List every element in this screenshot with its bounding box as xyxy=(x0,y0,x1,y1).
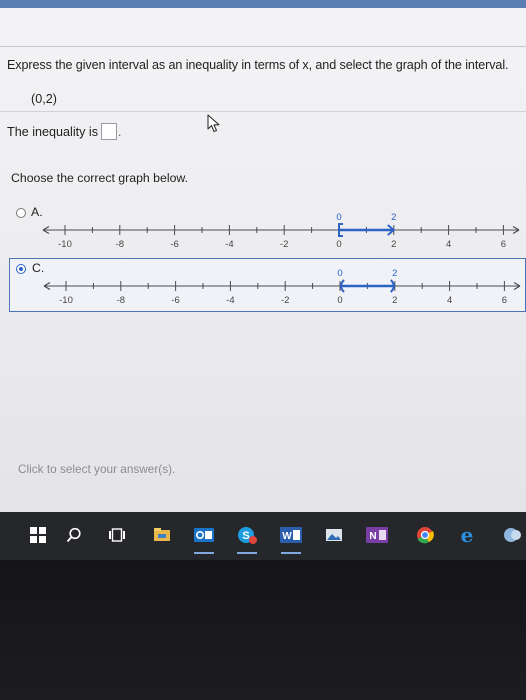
tick-label: -10 xyxy=(59,295,73,306)
tick-label: -4 xyxy=(225,239,233,250)
svg-text:e: e xyxy=(461,525,474,545)
divider xyxy=(0,111,526,112)
active-indicator xyxy=(194,552,214,554)
active-indicator xyxy=(237,552,257,554)
top-bar xyxy=(0,0,526,8)
chrome-icon[interactable] xyxy=(414,524,436,546)
edge-icon[interactable]: e xyxy=(456,524,478,546)
divider xyxy=(0,46,526,47)
tick-label: -2 xyxy=(280,239,288,250)
tick-label: 2 xyxy=(391,239,396,250)
inequality-answer-box[interactable] xyxy=(101,123,118,140)
search-icon[interactable] xyxy=(63,524,85,546)
select-answer-prompt: Click to select your answer(s). xyxy=(18,462,176,476)
file-explorer-icon[interactable] xyxy=(151,524,173,546)
tick-label: -8 xyxy=(116,239,124,250)
task-view-icon[interactable] xyxy=(106,524,128,546)
mouse-cursor-icon xyxy=(207,114,220,133)
tick-label: 2 xyxy=(392,295,397,306)
endpoint-label: 2 xyxy=(392,268,397,279)
tick-label: 4 xyxy=(446,239,451,250)
skype-icon[interactable]: S xyxy=(236,524,258,554)
svg-text:W: W xyxy=(282,531,292,542)
given-interval: (0,2) xyxy=(31,92,57,106)
active-indicator xyxy=(281,552,301,554)
endpoint-label: 2 xyxy=(391,212,396,223)
tick-label: -2 xyxy=(281,295,289,306)
browser-page: Express the given interval as an inequal… xyxy=(0,0,526,512)
tick-label: 6 xyxy=(501,239,506,250)
onenote-icon[interactable]: N xyxy=(366,524,388,546)
tick-label: 6 xyxy=(502,295,507,306)
choose-prompt: Choose the correct graph below. xyxy=(11,171,189,185)
tick-label: -6 xyxy=(170,239,178,250)
number-line-c: -10 -8 -6 -4 -2 0 2 4 6 0 2 xyxy=(43,268,521,306)
app-icon[interactable] xyxy=(502,524,524,546)
endpoint-label: 0 xyxy=(337,268,342,279)
windows-start-icon[interactable] xyxy=(27,524,49,546)
inequality-label: The inequality is xyxy=(7,124,99,139)
taskbar: S W N e xyxy=(0,512,526,560)
number-line-a: -10 -8 -6 -4 -2 0 2 4 6 0 2 xyxy=(42,212,520,250)
tick-label: -10 xyxy=(58,239,72,250)
option-a[interactable]: A. -10 -8 -6 -4 -2 0 2 4 6 0 2 xyxy=(9,203,526,253)
tick-label: -8 xyxy=(117,295,125,306)
outlook-icon[interactable] xyxy=(193,524,215,554)
tick-label: 4 xyxy=(447,295,452,306)
question-text: Express the given interval as an inequal… xyxy=(7,58,509,72)
inequality-row: The inequality is . xyxy=(7,123,121,140)
tick-label: 0 xyxy=(336,239,341,250)
svg-text:S: S xyxy=(242,530,249,542)
endpoint-label: 0 xyxy=(336,212,341,223)
photos-icon[interactable] xyxy=(323,524,345,546)
word-icon[interactable]: W xyxy=(280,524,302,554)
tick-label: 0 xyxy=(337,295,342,306)
device-bezel xyxy=(0,560,526,700)
option-c[interactable]: C. -10 -8 -6 -4 -2 0 2 4 6 0 2 xyxy=(9,258,526,312)
inequality-trailing-period: . xyxy=(118,124,122,139)
tick-label: -6 xyxy=(171,295,179,306)
tick-label: -4 xyxy=(226,295,234,306)
svg-text:N: N xyxy=(369,531,376,542)
